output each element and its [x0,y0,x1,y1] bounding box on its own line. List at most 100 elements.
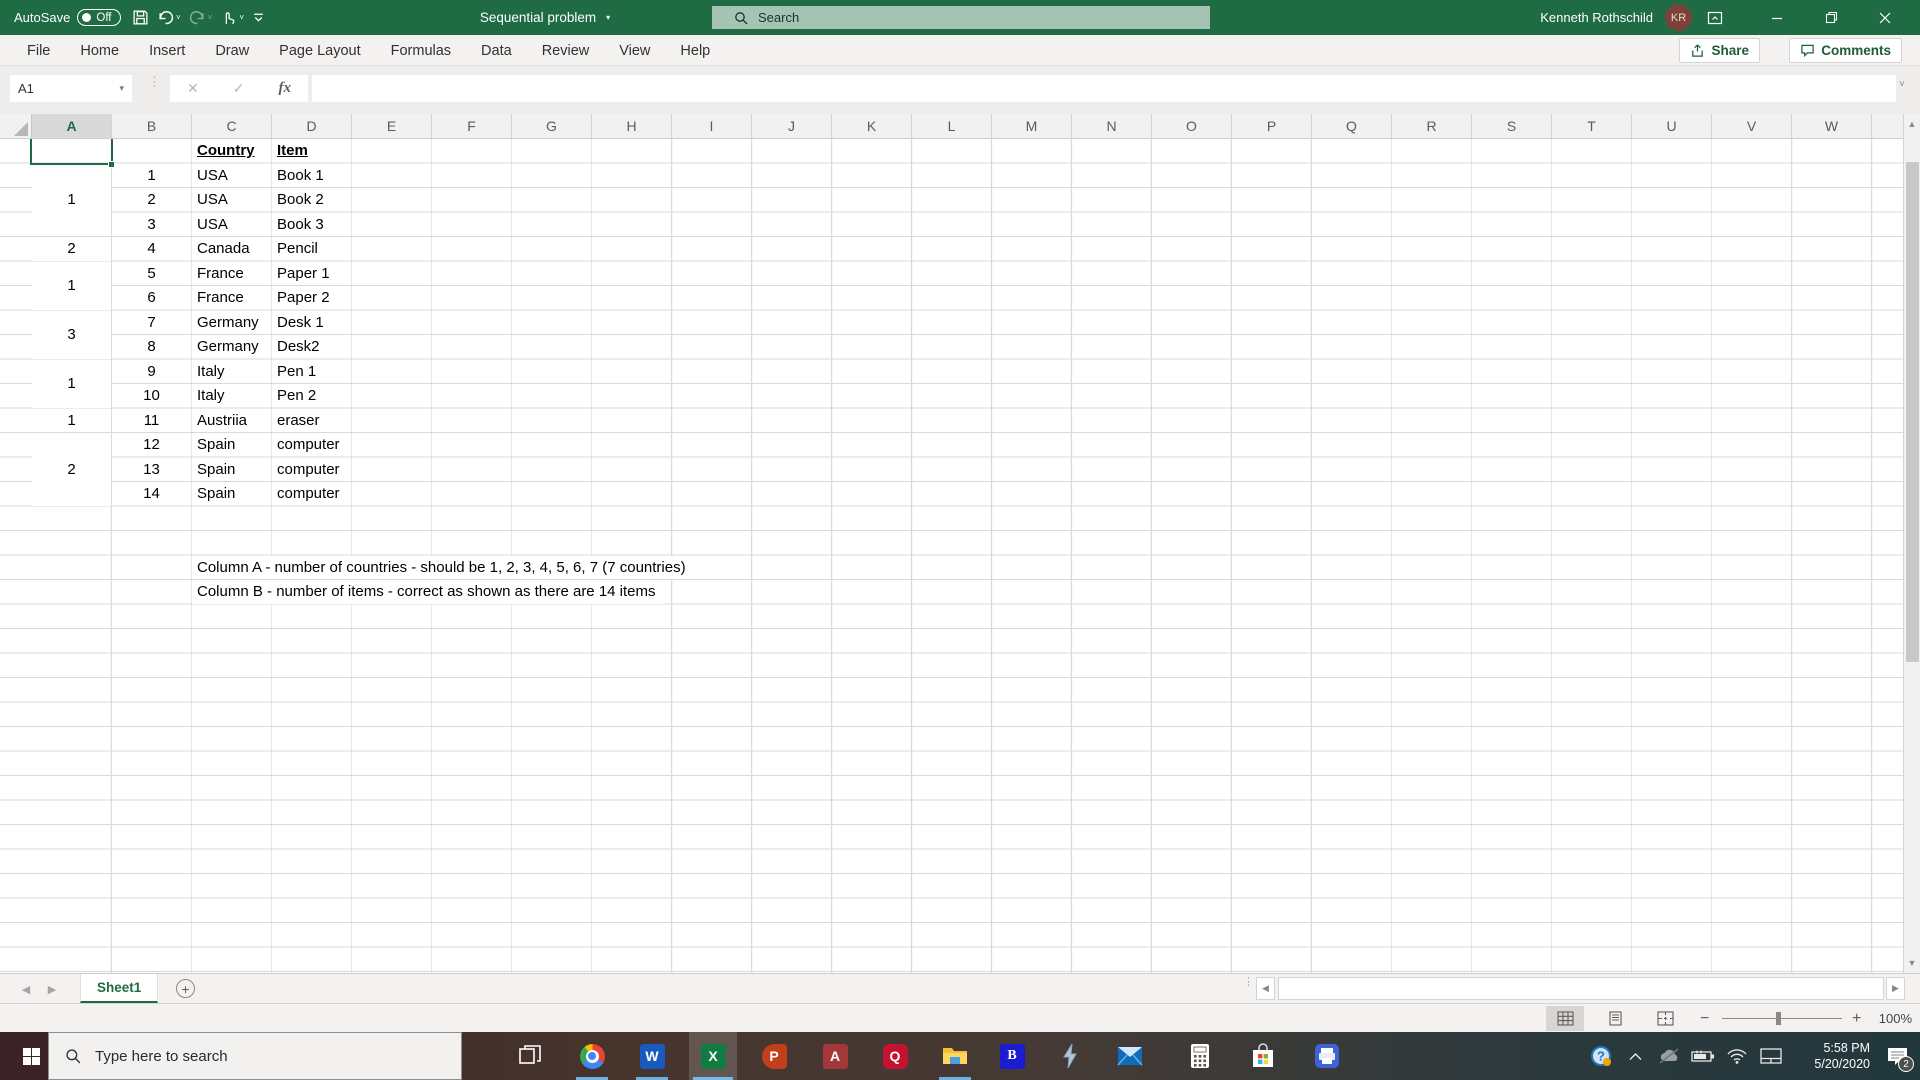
help-tray-icon[interactable]: ? [1584,1032,1618,1080]
zoom-out-icon[interactable]: − [1700,1004,1709,1033]
column-header-E[interactable]: E [352,114,432,138]
cell-D14[interactable]: computer [272,458,351,482]
taskbar-icon-store[interactable] [1239,1032,1287,1080]
touch-mouse-mode-button[interactable]: ˅ [216,4,248,32]
cell-A5[interactable]: 2 [32,237,111,261]
cell-C5[interactable]: Canada [192,237,271,261]
vertical-scrollbar-thumb[interactable] [1906,162,1919,662]
cell-B5[interactable]: 4 [112,237,191,261]
undo-button[interactable]: ˅ [153,4,185,32]
ribbon-tab-formulas[interactable]: Formulas [376,35,466,66]
sheet-nav-right-icon[interactable]: ▶ [40,974,64,1004]
cell-D15[interactable]: computer [272,482,351,506]
column-header-C[interactable]: C [192,114,272,138]
office-search-box[interactable]: Search [712,6,1210,29]
action-center-icon[interactable]: 2 [1874,1032,1920,1080]
cell-C8[interactable]: Germany [192,311,271,335]
sheet-nav-left-icon[interactable]: ◀ [14,974,38,1004]
scrollbar-resize-handle[interactable]: ⋮ [1243,977,1254,988]
cell-B14[interactable]: 13 [112,458,191,482]
column-header-B[interactable]: B [112,114,192,138]
cell-C4[interactable]: USA [192,213,271,237]
taskbar-icon-quicken[interactable]: Q [871,1032,919,1080]
cell-B8[interactable]: 7 [112,311,191,335]
cell-C15[interactable]: Spain [192,482,271,506]
ribbon-tab-view[interactable]: View [604,35,665,66]
ribbon-tab-file[interactable]: File [12,35,65,66]
tray-chevron-icon[interactable] [1618,1032,1652,1080]
expand-formula-bar-icon[interactable]: ˅ [1899,79,1905,90]
column-header-D[interactable]: D [272,114,352,138]
taskbar-icon-lightning-app[interactable] [1046,1032,1094,1080]
cell-C13[interactable]: Spain [192,433,271,457]
minimize-button[interactable] [1754,0,1800,35]
cell-B9[interactable]: 8 [112,335,191,359]
column-header-M[interactable]: M [992,114,1072,138]
column-header-I[interactable]: I [672,114,752,138]
taskbar-icon-powerpoint[interactable]: P [750,1032,798,1080]
scroll-left-icon[interactable]: ◀ [1256,977,1275,1000]
cell-C14[interactable]: Spain [192,458,271,482]
ribbon-tab-home[interactable]: Home [65,35,134,66]
undo-dropdown-caret[interactable]: ˅ [176,13,181,22]
column-header-A[interactable]: A [32,114,112,138]
ribbon-tab-insert[interactable]: Insert [134,35,200,66]
taskbar-icon-chrome[interactable] [568,1032,616,1080]
cell-D3[interactable]: Book 2 [272,188,351,212]
cell-C3[interactable]: USA [192,188,271,212]
taskbar-icon-excel[interactable]: X [689,1032,737,1080]
column-header-Q[interactable]: Q [1312,114,1392,138]
scroll-down-icon[interactable]: ▼ [1904,953,1920,973]
fill-handle[interactable] [108,161,115,168]
page-layout-view-button[interactable] [1596,1006,1634,1031]
vertical-scrollbar[interactable]: ▲ ▼ [1903,114,1920,973]
cell-D11[interactable]: Pen 2 [272,384,351,408]
ribbon-tab-draw[interactable]: Draw [200,35,264,66]
taskbar-icon-mail[interactable] [1106,1032,1154,1080]
column-header-H[interactable]: H [592,114,672,138]
formula-input[interactable] [312,75,1896,102]
cell-C6[interactable]: France [192,262,271,286]
cell-B11[interactable]: 10 [112,384,191,408]
zoom-slider-track[interactable] [1722,1018,1842,1019]
column-header-J[interactable]: J [752,114,832,138]
cell-A12[interactable]: 1 [32,408,111,432]
cell-A13-A15[interactable]: 2 [32,433,111,506]
document-title[interactable]: Sequential problem ▾ [430,0,660,35]
cell-A8-A9[interactable]: 3 [32,310,111,359]
cell-D1[interactable]: Item [272,139,351,163]
cell-D10[interactable]: Pen 1 [272,360,351,384]
taskbar-icon-file-explorer[interactable] [931,1032,979,1080]
cell-C10[interactable]: Italy [192,360,271,384]
column-header-U[interactable]: U [1632,114,1712,138]
taskbar-search-box[interactable]: Type here to search [48,1032,462,1080]
customize-quick-access-toolbar-button[interactable] [248,4,269,32]
cell-A2-A4[interactable]: 1 [32,163,111,236]
cell-C7[interactable]: France [192,286,271,310]
page-break-preview-button[interactable] [1646,1006,1684,1031]
column-header-W[interactable]: W [1792,114,1872,138]
cell-D12[interactable]: eraser [272,409,351,433]
column-header-N[interactable]: N [1072,114,1152,138]
taskbar-icon-calculator[interactable] [1176,1032,1224,1080]
zoom-in-icon[interactable]: + [1852,1004,1861,1033]
column-header-P[interactable]: P [1232,114,1312,138]
sheet-tab-sheet1[interactable]: Sheet1 [80,974,159,1003]
cell-C12[interactable]: Austriia [192,409,271,433]
cell-C11[interactable]: Italy [192,384,271,408]
new-sheet-button[interactable]: + [176,979,195,998]
cell-B12[interactable]: 11 [112,409,191,433]
cell-D4[interactable]: Book 3 [272,213,351,237]
battery-icon[interactable] [1686,1032,1720,1080]
autosave-control[interactable]: AutoSave Off [14,0,121,35]
taskbar-icon-task-view[interactable] [506,1032,554,1080]
ribbon-tab-review[interactable]: Review [527,35,605,66]
touchpad-icon[interactable] [1754,1032,1788,1080]
cell-D8[interactable]: Desk 1 [272,311,351,335]
scroll-up-icon[interactable]: ▲ [1904,114,1920,134]
scroll-right-icon[interactable]: ▶ [1886,977,1905,1000]
autosave-toggle[interactable]: Off [77,9,121,26]
ribbon-tab-data[interactable]: Data [466,35,527,66]
share-button[interactable]: Share [1679,38,1760,63]
cell-A6-A7[interactable]: 1 [32,261,111,310]
